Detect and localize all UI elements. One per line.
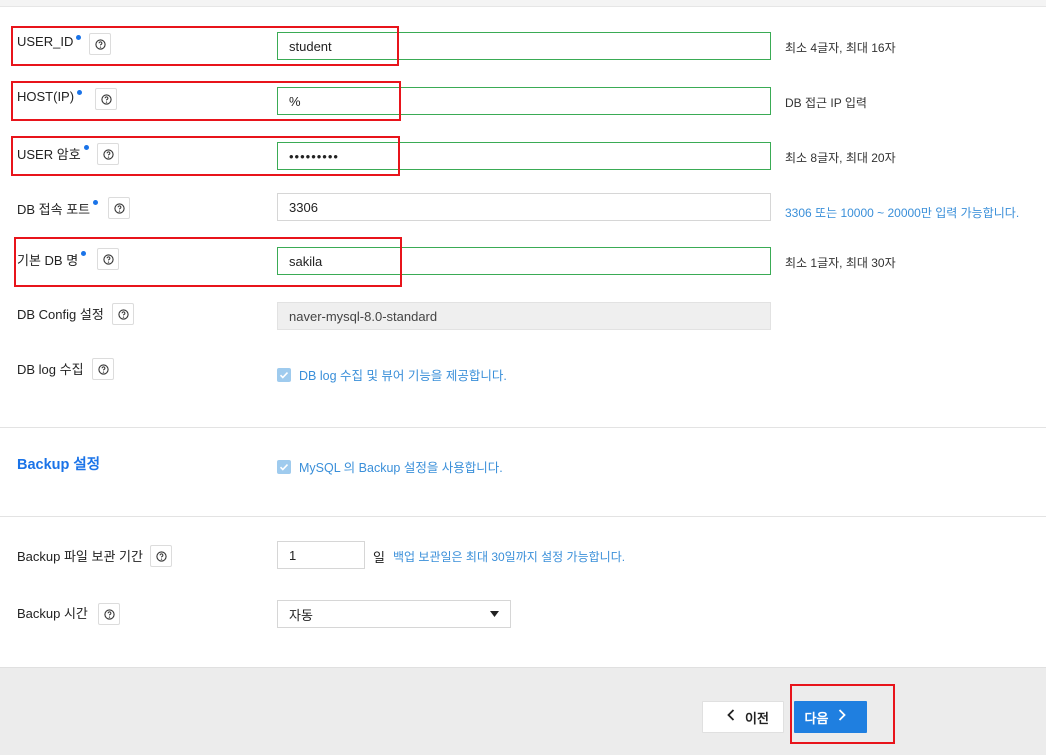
- backup-time-label: Backup 시간: [17, 606, 88, 621]
- next-button-label: 다음: [804, 710, 829, 726]
- footer-bar: [0, 667, 1046, 755]
- next-button[interactable]: 다음: [794, 701, 867, 733]
- user-id-hint: 최소 4글자, 최대 16자: [785, 41, 896, 55]
- backup-enable-label: MySQL 의 Backup 설정을 사용합니다.: [299, 461, 503, 475]
- db-log-checkbox-label: DB log 수집 및 뷰어 기능을 제공합니다.: [299, 369, 507, 383]
- db-log-label: DB log 수집: [17, 362, 84, 377]
- required-dot: [81, 251, 87, 256]
- backup-enable-checkbox[interactable]: MySQL 의 Backup 설정을 사용합니다.: [277, 457, 503, 476]
- chevron-left-icon: [727, 709, 735, 725]
- user-password-hint: 최소 8글자, 최대 20자: [785, 151, 896, 165]
- user-password-label: USER 암호: [17, 144, 89, 163]
- host-hint: DB 접근 IP 입력: [785, 96, 867, 110]
- prev-button[interactable]: 이전: [702, 701, 784, 733]
- checkbox-checked-icon[interactable]: [277, 367, 291, 382]
- host-label: HOST(IP): [17, 89, 83, 104]
- help-icon[interactable]: [95, 88, 117, 110]
- host-input[interactable]: %: [277, 87, 771, 115]
- chevron-right-icon: [838, 709, 847, 725]
- db-name-label: 기본 DB 명: [17, 250, 87, 269]
- help-icon[interactable]: [150, 545, 172, 567]
- db-config-input: naver-mysql-8.0-standard: [277, 302, 771, 330]
- section-divider: [0, 516, 1046, 517]
- help-icon[interactable]: [89, 33, 111, 55]
- help-icon[interactable]: [108, 197, 130, 219]
- user-id-input[interactable]: student: [277, 32, 771, 60]
- dropdown-arrow-icon: [490, 611, 499, 617]
- backup-time-select[interactable]: 자동: [277, 600, 511, 628]
- backup-retention-hint: 백업 보관일은 최대 30일까지 설정 가능합니다.: [393, 550, 626, 564]
- required-dot: [76, 35, 82, 40]
- required-dot: [93, 200, 99, 205]
- db-name-input[interactable]: sakila: [277, 247, 771, 275]
- checkbox-checked-icon[interactable]: [277, 459, 291, 474]
- required-dot: [77, 90, 83, 95]
- db-port-label: DB 접속 포트: [17, 199, 99, 218]
- section-divider: [0, 427, 1046, 428]
- backup-section-title: Backup 설정: [17, 457, 101, 473]
- db-log-checkbox[interactable]: DB log 수집 및 뷰어 기능을 제공합니다.: [277, 365, 507, 384]
- user-password-input[interactable]: •••••••••: [277, 142, 771, 170]
- backup-retention-input[interactable]: 1: [277, 541, 365, 569]
- backup-time-selected: 자동: [289, 607, 313, 623]
- help-icon[interactable]: [92, 358, 114, 380]
- db-port-hint: 3306 또는 10000 ~ 20000만 입력 가능합니다.: [785, 206, 1020, 220]
- help-icon[interactable]: [97, 143, 119, 165]
- help-icon[interactable]: [98, 603, 120, 625]
- required-dot: [83, 145, 89, 150]
- prev-button-label: 이전: [745, 710, 769, 726]
- user-id-label: USER_ID: [17, 34, 82, 49]
- backup-retention-unit: 일: [373, 550, 385, 565]
- backup-retention-label: Backup 파일 보관 기간: [17, 549, 143, 564]
- db-port-input[interactable]: 3306: [277, 193, 771, 221]
- db-name-hint: 최소 1글자, 최대 30자: [785, 256, 896, 270]
- help-icon[interactable]: [112, 303, 134, 325]
- top-strip: [0, 0, 1046, 7]
- db-config-label: DB Config 설정: [17, 307, 104, 322]
- help-icon[interactable]: [97, 248, 119, 270]
